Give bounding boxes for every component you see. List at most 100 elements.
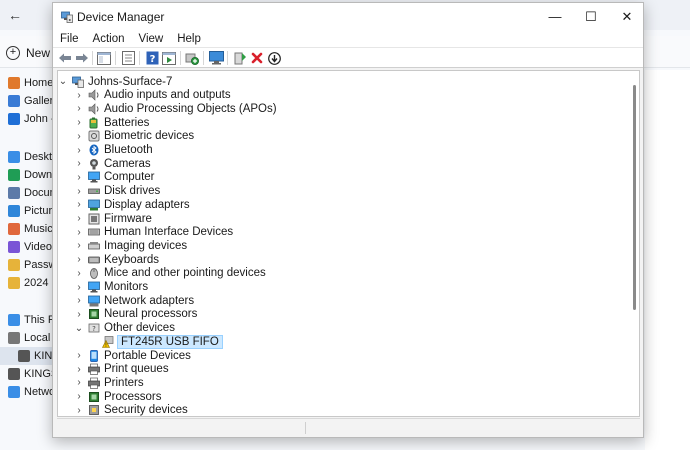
chevron-right-icon[interactable]: ›	[74, 363, 84, 376]
chevron-right-icon[interactable]: ›	[74, 157, 84, 170]
menu-view[interactable]: View	[132, 31, 171, 47]
tree-category[interactable]: › Cameras	[74, 157, 150, 170]
tree-category[interactable]: › Portable Devices	[74, 349, 191, 362]
vertical-scrollbar[interactable]	[633, 75, 637, 415]
chevron-right-icon[interactable]: ›	[74, 171, 84, 184]
back-arrow-icon[interactable]: ←	[6, 6, 24, 24]
nav-item[interactable]: This PC	[8, 311, 54, 329]
chevron-right-icon[interactable]: ›	[74, 390, 84, 403]
nav-item-label: Videos	[24, 241, 54, 253]
chevron-right-icon[interactable]: ›	[74, 308, 84, 321]
tree-category[interactable]: › Disk drives	[74, 185, 160, 198]
tree-category[interactable]: › Network adapters	[74, 294, 194, 307]
tree-category[interactable]: › Monitors	[74, 281, 148, 294]
tree-device[interactable]: ! FT245R USB FIFO	[98, 334, 223, 349]
nav-item[interactable]: Docum	[8, 184, 54, 202]
nav-item[interactable]: Downl	[8, 166, 54, 184]
chevron-down-icon[interactable]: ⌄	[58, 75, 68, 88]
chevron-right-icon[interactable]: ›	[74, 185, 84, 198]
tree-category[interactable]: › Processors	[74, 390, 161, 403]
title-bar: Device Manager — ☐ ✕	[53, 3, 643, 31]
tree-category[interactable]: › Audio inputs and outputs	[74, 89, 230, 102]
tree-category[interactable]: › Human Interface Devices	[74, 226, 233, 239]
chevron-right-icon[interactable]: ›	[74, 226, 84, 239]
nav-item[interactable]: Desktop	[8, 148, 54, 166]
tree-category[interactable]: › Display adapters	[74, 198, 189, 211]
nav-item[interactable]: Gallery	[8, 92, 54, 110]
tree-category[interactable]: › Audio Processing Objects (APOs)	[74, 102, 276, 115]
minimize-button[interactable]: —	[537, 3, 573, 31]
new-button[interactable]: + New	[6, 44, 50, 62]
nav-item[interactable]: KINGS	[8, 365, 54, 383]
printer-icon	[88, 363, 100, 376]
tree-device-label: FT245R USB FIFO	[117, 334, 223, 349]
tree-category[interactable]: › Printers	[74, 376, 144, 389]
tree-category-label: Other devices	[104, 322, 175, 335]
update-driver-icon[interactable]	[232, 50, 248, 66]
nav-item[interactable]: Music	[8, 220, 54, 238]
tree-category[interactable]: › Computer	[74, 171, 154, 184]
nav-item[interactable]: Passwo	[8, 256, 54, 274]
tree-category[interactable]: › Keyboards	[74, 253, 159, 266]
chevron-right-icon[interactable]: ›	[74, 102, 84, 115]
help-icon[interactable]: ?	[144, 50, 160, 66]
speaker-icon	[88, 103, 100, 115]
menu-action[interactable]: Action	[86, 31, 132, 47]
nav-item[interactable]: Netwo	[8, 383, 54, 401]
menu-help[interactable]: Help	[170, 31, 208, 47]
tree-category[interactable]: › Batteries	[74, 116, 149, 129]
properties-icon[interactable]	[120, 50, 136, 66]
menu-file[interactable]: File	[53, 31, 86, 47]
chevron-right-icon[interactable]: ›	[74, 294, 84, 307]
tree-category[interactable]: › Firmware	[74, 212, 152, 225]
close-button[interactable]: ✕	[609, 3, 645, 31]
nav-item[interactable]: Home	[8, 74, 54, 92]
nav-item-icon	[8, 386, 20, 398]
disable-device-icon[interactable]	[266, 50, 282, 66]
chevron-right-icon[interactable]: ›	[74, 281, 84, 294]
chevron-right-icon[interactable]: ›	[74, 130, 84, 143]
nav-item[interactable]: KING	[0, 347, 54, 365]
maximize-button[interactable]: ☐	[573, 3, 609, 31]
chevron-down-icon[interactable]: ⌄	[74, 322, 84, 335]
run-icon[interactable]	[161, 50, 177, 66]
monitor-icon[interactable]	[208, 50, 224, 66]
nav-item-icon	[8, 95, 20, 107]
tree-root[interactable]: ⌄ Johns-Surface-7	[58, 75, 173, 88]
chevron-right-icon[interactable]: ›	[74, 267, 84, 280]
show-hide-console-tree-icon[interactable]	[96, 50, 112, 66]
device-tree[interactable]: ⌄ Johns-Surface-7 › Audio inputs and outp…	[57, 70, 640, 417]
nav-item[interactable]: John -	[8, 110, 54, 128]
tree-category[interactable]: › Biometric devices	[74, 130, 194, 143]
tree-category[interactable]: › Bluetooth	[74, 144, 152, 157]
tree-category[interactable]: › Imaging devices	[74, 239, 187, 252]
chevron-right-icon[interactable]: ›	[74, 89, 84, 102]
chevron-right-icon[interactable]: ›	[74, 404, 84, 416]
chevron-right-icon[interactable]: ›	[74, 198, 84, 211]
chevron-right-icon[interactable]: ›	[74, 239, 84, 252]
chevron-right-icon[interactable]: ›	[74, 144, 84, 157]
tree-category[interactable]: ⌄? Other devices	[74, 322, 175, 335]
nav-item[interactable]: Picture	[8, 202, 54, 220]
chevron-right-icon[interactable]: ›	[74, 116, 84, 129]
scan-hardware-icon[interactable]	[184, 50, 200, 66]
nav-item[interactable]: Local	[8, 329, 54, 347]
tree-category-label: Portable Devices	[104, 349, 191, 362]
nav-item-icon	[18, 350, 30, 362]
tree-category[interactable]: › Mice and other pointing devices	[74, 267, 265, 280]
other-devices-icon: ?	[88, 322, 100, 334]
chevron-right-icon[interactable]: ›	[74, 253, 84, 266]
chevron-right-icon[interactable]: ›	[74, 376, 84, 389]
tree-category[interactable]: › Neural processors	[74, 308, 197, 321]
tree-category[interactable]: › Print queues	[74, 363, 168, 376]
forward-icon[interactable]	[74, 50, 90, 66]
chevron-right-icon[interactable]: ›	[74, 349, 84, 362]
chevron-right-icon[interactable]: ›	[74, 212, 84, 225]
scrollbar-thumb[interactable]	[633, 85, 636, 310]
nav-item[interactable]: Videos	[8, 238, 54, 256]
uninstall-icon[interactable]	[249, 50, 265, 66]
tree-category-label: Printers	[104, 376, 144, 389]
nav-item[interactable]: 2024 F	[8, 274, 54, 292]
tree-category[interactable]: › Security devices	[74, 404, 187, 416]
back-icon[interactable]	[57, 50, 73, 66]
